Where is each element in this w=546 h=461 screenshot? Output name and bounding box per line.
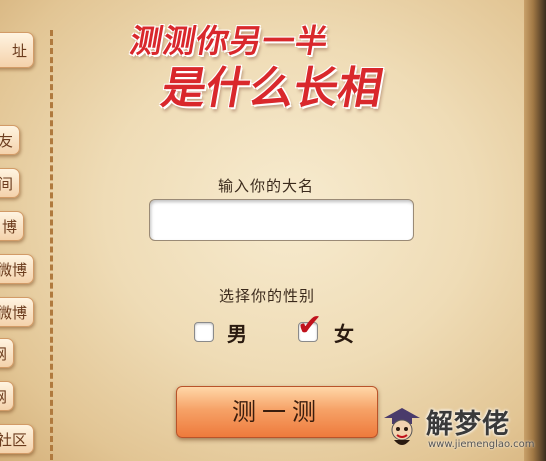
sidebar-item[interactable]: 网: [0, 338, 14, 368]
sidebar-item[interactable]: 博: [0, 211, 24, 241]
name-input[interactable]: [149, 199, 414, 241]
sidebar-item[interactable]: 间: [0, 168, 20, 198]
sidebar-item[interactable]: 微博: [0, 297, 34, 327]
watermark-url: www.jiemenglao.com: [428, 439, 535, 450]
page-title: 测测你另一半 是什么长相: [100, 12, 459, 122]
checkmark-icon: ✔: [297, 308, 323, 343]
sidebar-item[interactable]: 网: [0, 381, 14, 411]
paper-edge: [524, 0, 546, 461]
male-label: 男: [227, 322, 247, 346]
male-checkbox[interactable]: [194, 322, 214, 342]
female-label: 女: [334, 322, 354, 346]
sidebar-item[interactable]: 友: [0, 125, 20, 155]
sidebar-item[interactable]: 微博: [0, 254, 34, 284]
dashed-divider: [50, 30, 53, 460]
female-checkbox[interactable]: ✔: [297, 311, 322, 342]
logo-icon: [384, 408, 420, 445]
watermark-name: 解梦佬: [426, 409, 510, 440]
sidebar-item[interactable]: 址: [0, 32, 34, 68]
submit-button[interactable]: 测一测: [176, 386, 378, 438]
watermark: 解梦佬 www.jiemenglao.com: [380, 398, 540, 458]
title-line-2: 是什么长相: [157, 63, 387, 114]
gender-label: 选择你的性别: [219, 287, 316, 305]
name-label: 输入你的大名: [218, 177, 315, 195]
sidebar-item[interactable]: 社区: [0, 424, 34, 454]
